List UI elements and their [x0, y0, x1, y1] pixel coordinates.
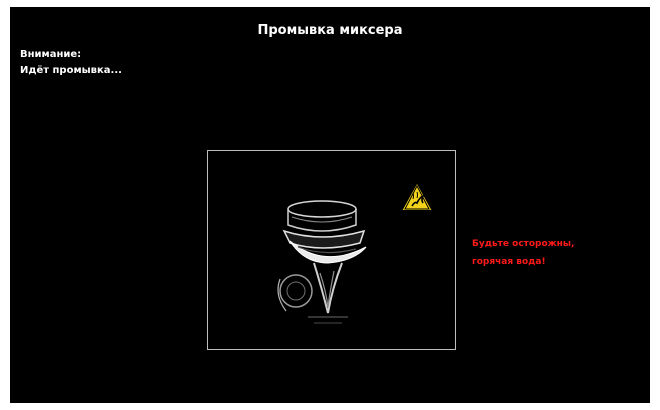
mixer-image: [277, 200, 367, 324]
caution-message: Будьте осторожны, горячая вода!: [472, 235, 574, 271]
status-notice: Внимание: Идёт промывка...: [20, 47, 122, 79]
caution-line-2: горячая вода!: [472, 257, 546, 267]
illustration-frame: [207, 150, 456, 350]
caution-line-1: Будьте осторожны,: [472, 239, 575, 249]
wash-screen: Промывка миксера Внимание: Идёт промывка…: [10, 7, 650, 403]
notice-status: Идёт промывка...: [20, 65, 122, 76]
page-title: Промывка миксера: [257, 23, 403, 38]
notice-heading: Внимание:: [20, 49, 82, 60]
warning-icon: [399, 179, 435, 212]
